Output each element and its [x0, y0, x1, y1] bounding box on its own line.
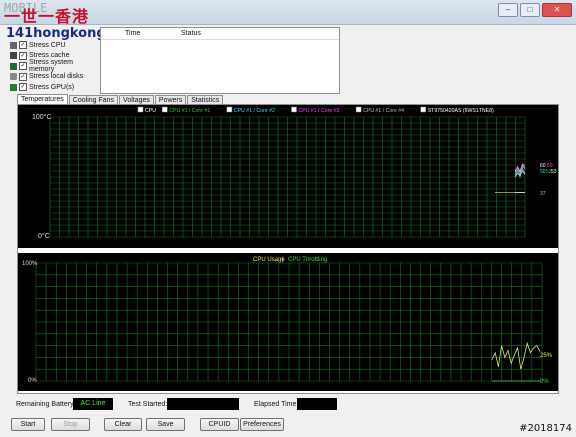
cpu-throttling-readout: 0% [540, 379, 549, 385]
button-row: Start Stop Clear Save CPUID Preferences [0, 418, 576, 436]
legend-checkbox [162, 106, 168, 113]
cpu-icon [10, 41, 17, 49]
cpuid-button[interactable]: CPUID [200, 418, 239, 431]
legend-checkbox [420, 106, 426, 113]
disk-icon [10, 73, 17, 81]
option-label: Stress CPU [29, 41, 66, 49]
window-controls: – □ ✕ [498, 3, 572, 17]
cpu-usage-readout: 25% [540, 353, 553, 359]
cpu-usage-legend: CPU Usage [253, 257, 285, 263]
elapsed-time-value [297, 398, 337, 410]
legend-checkbox [226, 106, 233, 113]
legend-entry: CPU [145, 108, 156, 114]
watermark-logo: 一世一香港 [4, 7, 90, 26]
watermark-tag: #2018174 [519, 423, 572, 434]
legend-entry: CPU #1 / Core #1 [169, 108, 210, 114]
option-stress-memory[interactable]: ✓ Stress system memory [10, 59, 100, 74]
battery-label: Remaining Battery: [16, 401, 76, 408]
temp-y-max-label: 100°C [32, 113, 52, 121]
legend-entry: CPU #1 / Core #3 [299, 108, 340, 114]
option-stress-gpu[interactable]: ✓ Stress GPU(s) [10, 82, 100, 93]
temp-readout: 53 [551, 169, 557, 175]
option-label: Stress cache [29, 52, 70, 60]
temp-readout: 37 [540, 191, 546, 197]
legend-entry: ST9750420AS (6WS1TNE8) [428, 108, 494, 114]
close-button[interactable]: ✕ [542, 3, 572, 17]
legend-entry: CPU #1 / Core #2 [234, 108, 275, 114]
temp-readout: 50 [540, 169, 546, 175]
clear-button[interactable]: Clear [104, 418, 142, 431]
cpu-y-max-label: 100% [22, 261, 38, 267]
column-status[interactable]: Status [181, 30, 201, 37]
preferences-button[interactable]: Preferences [240, 418, 284, 431]
legend-checkbox [291, 106, 297, 113]
log-header: Time Status [101, 28, 339, 40]
legend-entry: CPU #1 / Core #4 [363, 108, 404, 114]
checkbox-stress-cpu[interactable]: ✓ [19, 41, 27, 50]
temp-y-min-label: 0°C [38, 232, 50, 240]
cache-icon [10, 52, 17, 60]
checkbox-stress-cache[interactable]: ✓ [19, 51, 27, 60]
option-label: Stress local disks [29, 73, 84, 81]
maximize-button[interactable]: □ [520, 3, 540, 17]
checkbox-stress-memory[interactable]: ✓ [18, 62, 27, 71]
option-stress-cpu[interactable]: ✓ Stress CPU [10, 40, 100, 51]
elapsed-time-label: Elapsed Time: [254, 401, 299, 408]
test-started-value [167, 398, 239, 410]
battery-value: AC Line [73, 398, 113, 410]
stop-button[interactable]: Stop [51, 418, 90, 431]
status-bar: Remaining Battery: AC Line Test Started:… [0, 398, 576, 412]
option-label: Stress GPU(s) [29, 83, 75, 91]
start-button[interactable]: Start [11, 418, 45, 431]
save-button[interactable]: Save [146, 418, 185, 431]
event-log[interactable]: Time Status [100, 27, 340, 94]
stress-options: ✓ Stress CPU ✓ Stress cache ✓ Stress sys… [10, 40, 100, 93]
column-time[interactable]: Time [125, 30, 140, 37]
test-started-label: Test Started: [128, 401, 168, 408]
cpu-usage-plot: 100% 0% CPU Usage | CPU Throttling 25% 0… [22, 257, 553, 385]
legend-checkbox [355, 106, 362, 113]
charts-panel: 100°C 0°C CPU CPU #1 / Core #1 CPU #1 / Co… [17, 104, 559, 394]
temperature-plot: 100°C 0°C CPU CPU #1 / Core #1 CPU #1 / Co… [32, 106, 557, 240]
memory-icon [10, 62, 17, 70]
cpu-throttling-legend: CPU Throttling [288, 257, 327, 263]
temperature-chart: 100°C 0°C CPU CPU #1 / Core #1 CPU #1 / Co… [18, 105, 558, 248]
minimize-button[interactable]: – [498, 3, 518, 17]
legend-checkbox [137, 106, 144, 113]
cpu-usage-chart: 100% 0% CPU Usage | CPU Throttling 25% 0… [18, 253, 558, 391]
cpu-y-min-label: 0% [28, 378, 37, 384]
cpu-series-line [491, 341, 541, 370]
checkbox-stress-disks[interactable]: ✓ [19, 72, 27, 81]
option-label: Stress system memory [28, 59, 73, 74]
title-bar: MOBILE 一世一香港 – □ ✕ [0, 0, 576, 26]
checkbox-stress-gpu[interactable]: ✓ [19, 83, 27, 92]
gpu-icon [10, 83, 17, 91]
